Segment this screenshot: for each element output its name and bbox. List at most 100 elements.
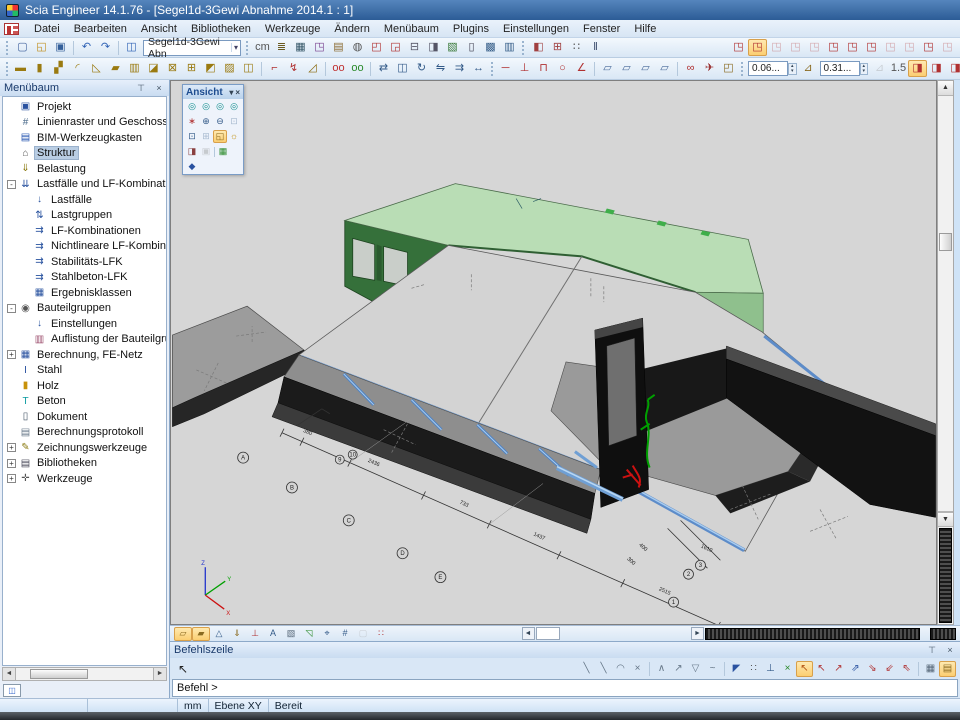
- pin-icon[interactable]: ⊤: [135, 83, 147, 94]
- angle-icon[interactable]: ∠: [572, 60, 591, 77]
- scroll-left-icon[interactable]: ◄: [522, 627, 535, 640]
- shell-icon[interactable]: ◪: [144, 60, 163, 77]
- pan-slider-small[interactable]: [930, 628, 956, 640]
- snap-ortho-icon[interactable]: ⊥: [762, 661, 779, 677]
- light-icon[interactable]: ☼: [227, 130, 241, 143]
- command-input[interactable]: Befehl >: [172, 679, 958, 697]
- display-set-icon-1[interactable]: ◨: [908, 60, 927, 77]
- check-structure-icon[interactable]: ↯: [284, 60, 303, 77]
- snap-perp-icon[interactable]: ⇘: [864, 661, 881, 677]
- snap-delete-icon[interactable]: ×: [629, 661, 646, 677]
- wireframe-icon[interactable]: ▱: [174, 627, 192, 641]
- camera-icon[interactable]: ▣: [199, 145, 213, 158]
- snap-nearest-icon[interactable]: ▽: [687, 661, 704, 677]
- save-icon[interactable]: ▣: [51, 39, 70, 56]
- toolbar-grip[interactable]: [6, 62, 8, 76]
- raster-step-icon[interactable]: ⊿: [799, 60, 818, 77]
- snap-endpoint-icon[interactable]: ∧: [653, 661, 670, 677]
- chevron-down-icon[interactable]: ▾: [229, 88, 233, 97]
- zoom-window-icon[interactable]: ⊡: [227, 115, 241, 128]
- column-icon[interactable]: ▮: [30, 60, 49, 77]
- plate-icon[interactable]: ▰: [106, 60, 125, 77]
- menu-item-3[interactable]: Ansicht: [134, 22, 184, 36]
- load-panel-icon[interactable]: ▨: [220, 60, 239, 77]
- view-preset-icon-7[interactable]: ◳: [843, 39, 862, 56]
- view-preset-icon-8[interactable]: ◳: [862, 39, 881, 56]
- load-display-icon[interactable]: ⇓: [228, 627, 246, 641]
- view-axo-icon[interactable]: ◎: [227, 100, 241, 113]
- scroll-right-icon[interactable]: ►: [691, 627, 704, 640]
- grid-step-value[interactable]: 0.31...: [820, 61, 860, 76]
- snap-arc-icon[interactable]: ◠: [612, 661, 629, 677]
- document-icon[interactable]: ▯: [462, 39, 481, 56]
- snap-tangent-icon[interactable]: ~: [704, 661, 721, 677]
- snap-midpoint-icon[interactable]: ↗: [670, 661, 687, 677]
- table-results-icon[interactable]: ◲: [386, 39, 405, 56]
- tree-item[interactable]: ↓Einstellungen: [5, 316, 166, 332]
- view-preset-icon-2[interactable]: ◳: [748, 39, 767, 56]
- tree-item[interactable]: +✛Werkzeuge: [5, 471, 166, 487]
- scale-ruler-icon[interactable]: 1.5: [889, 60, 908, 77]
- menu-item-11[interactable]: Hilfe: [627, 22, 663, 36]
- menu-item-5[interactable]: Werkzeuge: [258, 22, 327, 36]
- tree-item[interactable]: +✎Zeichnungswerkzeuge: [5, 440, 166, 456]
- support-display-icon[interactable]: ⊥: [246, 627, 264, 641]
- menu-grid-icon[interactable]: [4, 23, 19, 35]
- view-z-icon[interactable]: ◎: [185, 100, 199, 113]
- ortho-line-icon[interactable]: ⊥: [515, 60, 534, 77]
- snap-grid-icon[interactable]: ∷: [745, 661, 762, 677]
- scroll-left-icon[interactable]: ◄: [3, 668, 16, 680]
- cross-member-icon[interactable]: ▞: [49, 60, 68, 77]
- pan-slider[interactable]: [705, 628, 920, 640]
- dot-grid-icon[interactable]: ▦: [922, 661, 939, 677]
- line-icon[interactable]: ─: [496, 60, 515, 77]
- zoom-in-icon[interactable]: ⊕: [199, 115, 213, 128]
- tree-item[interactable]: IStahl: [5, 363, 166, 379]
- move-icon[interactable]: ⇄: [374, 60, 393, 77]
- grid-step-spinner[interactable]: 0.31... ▴▾: [820, 61, 869, 76]
- multicopy-icon[interactable]: ⇉: [450, 60, 469, 77]
- tree-item[interactable]: -◉Bauteilgruppen: [5, 301, 166, 317]
- display-set-icon-2[interactable]: ◨: [927, 60, 946, 77]
- viewport-vscrollbar[interactable]: ▲ ▼: [937, 80, 954, 625]
- tree-item[interactable]: +▦Berechnung, FE-Netz: [5, 347, 166, 363]
- scroll-down-icon[interactable]: ▼: [938, 512, 953, 527]
- toolbar-grip[interactable]: [6, 41, 10, 55]
- opening-icon[interactable]: ⊠: [163, 60, 182, 77]
- view-preset-icon-3[interactable]: ◳: [767, 39, 786, 56]
- spin-down-icon[interactable]: ▾: [789, 69, 796, 74]
- snap-edge-icon[interactable]: ↗: [830, 661, 847, 677]
- shrink-icon[interactable]: ◹: [300, 627, 318, 641]
- snap-flag-icon[interactable]: ◤: [728, 661, 745, 677]
- snap-parallel-icon[interactable]: ╲: [595, 661, 612, 677]
- link-icon[interactable]: ∞: [681, 60, 700, 77]
- rotate-icon[interactable]: ↻: [412, 60, 431, 77]
- print-icon[interactable]: ⊟: [405, 39, 424, 56]
- menu-item-10[interactable]: Fenster: [576, 22, 627, 36]
- tree-item[interactable]: ▤Berechnungsprotokoll: [5, 425, 166, 441]
- tree-item[interactable]: -⇊Lastfälle und LF-Kombinatione: [5, 177, 166, 193]
- snap-mid2-icon[interactable]: ⇗: [847, 661, 864, 677]
- tree-expander-icon[interactable]: -: [7, 304, 16, 313]
- tree-item[interactable]: ⇉Nichtlineare LF-Kombinatic: [5, 239, 166, 255]
- units-icon[interactable]: cm: [253, 39, 272, 56]
- paste-icon-1[interactable]: ▱: [598, 60, 617, 77]
- connect-members-icon[interactable]: ⌐: [265, 60, 284, 77]
- snap-step-value[interactable]: 0.06...: [748, 61, 788, 76]
- paste-icon-3[interactable]: ▱: [636, 60, 655, 77]
- new-file-icon[interactable]: ▢: [13, 39, 32, 56]
- polyline-icon[interactable]: ⊓: [534, 60, 553, 77]
- tree-item[interactable]: ⇓Belastung: [5, 161, 166, 177]
- view-preset-icon-12[interactable]: ◳: [938, 39, 957, 56]
- redo-icon[interactable]: ↷: [96, 39, 115, 56]
- tree-item[interactable]: ↓Lastfälle: [5, 192, 166, 208]
- menu-item-9[interactable]: Einstellungen: [496, 22, 576, 36]
- paste-icon-4[interactable]: ▱: [655, 60, 674, 77]
- tree-expander-icon[interactable]: +: [7, 443, 16, 452]
- toolbar-grip[interactable]: [246, 41, 250, 55]
- tree-item[interactable]: ⌂Struktur: [5, 146, 166, 162]
- view-preset-icon-10[interactable]: ◳: [900, 39, 919, 56]
- calculator-icon[interactable]: ▦: [291, 39, 310, 56]
- catalog-block-icon[interactable]: ◫: [239, 60, 258, 77]
- import-folder-icon[interactable]: ◰: [719, 60, 738, 77]
